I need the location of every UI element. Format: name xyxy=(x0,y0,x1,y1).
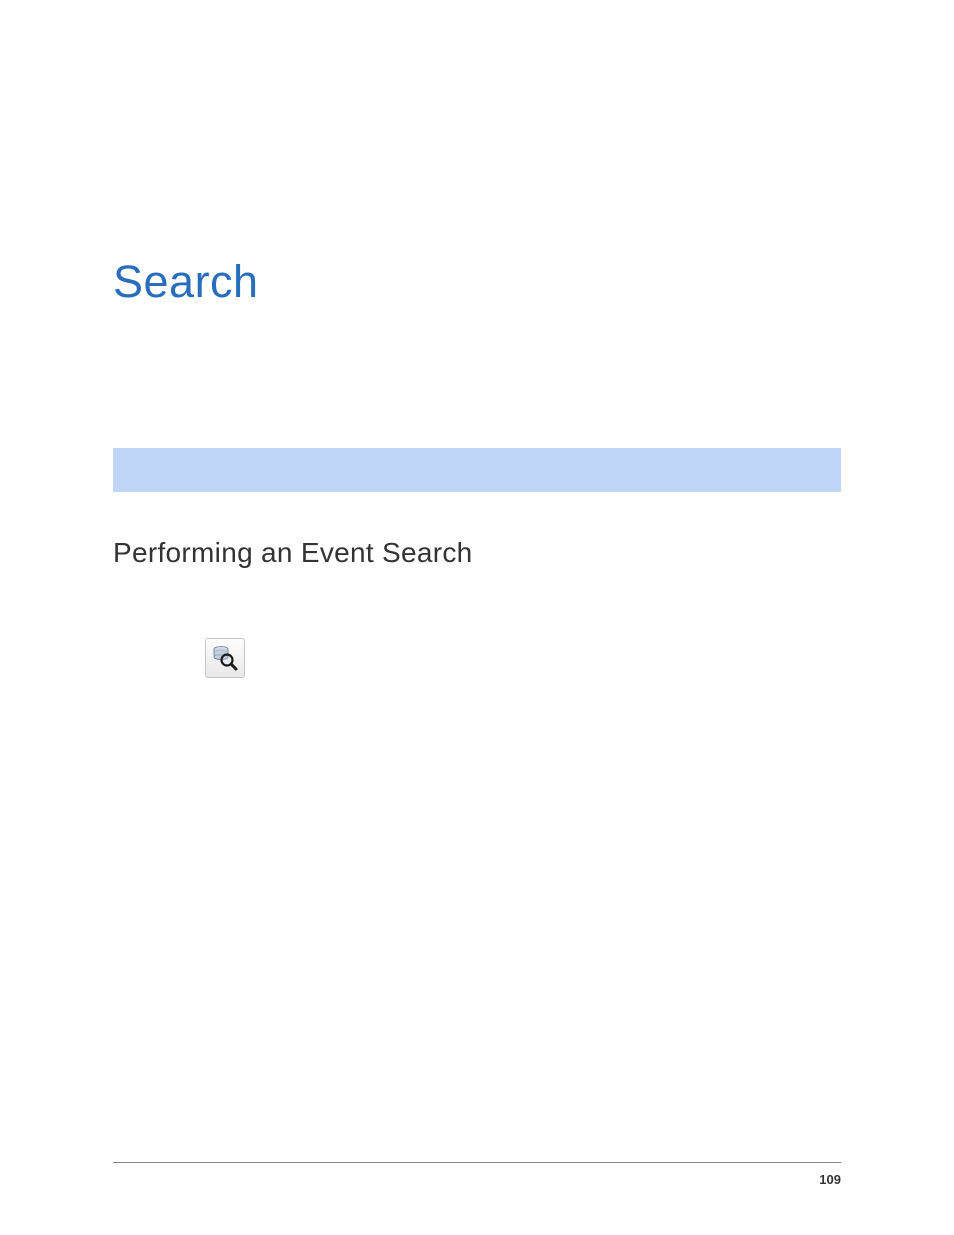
chapter-title: Search xyxy=(113,256,259,308)
section-heading: Performing an Event Search xyxy=(113,537,473,569)
footer-rule xyxy=(113,1162,841,1163)
document-page: Search Performing an Event Search 109 xyxy=(0,0,954,1235)
section-divider-bar xyxy=(113,448,841,492)
search-database-icon xyxy=(205,638,245,678)
page-number: 109 xyxy=(819,1172,841,1187)
